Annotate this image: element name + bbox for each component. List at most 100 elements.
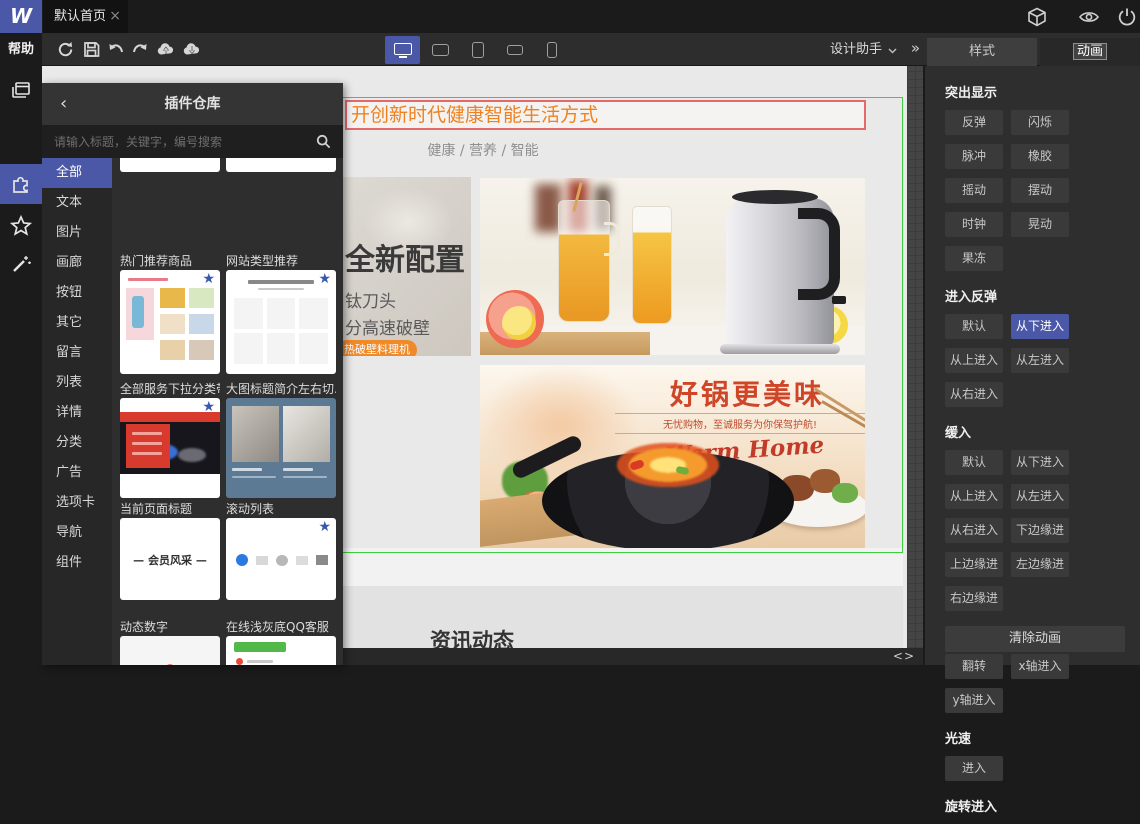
pages-icon[interactable]	[0, 70, 42, 110]
device-desktop-button[interactable]	[385, 36, 420, 64]
hero-promo-button[interactable]: 热破壁料理机	[343, 340, 417, 356]
design-assistant-button[interactable]: 设计助手	[830, 33, 882, 66]
category-item-4[interactable]: 按钮	[42, 278, 112, 308]
device-tablet-portrait-button[interactable]	[460, 36, 495, 64]
category-item-8[interactable]: 详情	[42, 398, 112, 428]
plugin-card-big-image-switch[interactable]	[226, 398, 336, 498]
animation-button-3-1[interactable]: x轴进入	[1011, 654, 1069, 679]
category-item-11[interactable]: 选项卡	[42, 488, 112, 518]
favorites-star-icon[interactable]	[0, 206, 42, 246]
redo-icon[interactable]	[130, 40, 149, 59]
category-item-5[interactable]: 其它	[42, 308, 112, 338]
app-logo[interactable]: W	[0, 0, 42, 33]
components-cube-icon[interactable]	[1026, 6, 1048, 28]
animation-button-0-5[interactable]: 摆动	[1011, 178, 1069, 203]
animation-button-2-7[interactable]: 左边缘进	[1011, 552, 1069, 577]
plugin-card-page-title[interactable]: — 会员风采 —	[120, 518, 220, 600]
animation-button-2-3[interactable]: 从左进入	[1011, 484, 1069, 509]
animation-button-0-6[interactable]: 时钟	[945, 212, 1003, 237]
plugin-card-dynamic-number[interactable]: 0	[120, 636, 220, 665]
animation-button-2-6[interactable]: 上边缘进	[945, 552, 1003, 577]
category-item-2[interactable]: 图片	[42, 218, 112, 248]
animation-button-0-0[interactable]: 反弹	[945, 110, 1003, 135]
plugin-card-services-dropdown[interactable]: ★	[120, 398, 220, 498]
tab-close-icon[interactable]: ×	[109, 0, 121, 33]
plugin-label: 滚动列表	[226, 502, 275, 516]
cloud-download-icon[interactable]	[182, 40, 201, 59]
category-item-1[interactable]: 文本	[42, 188, 112, 218]
canvas-scrollbar[interactable]	[907, 60, 923, 648]
wok-banner-image[interactable]: 好锅更美味 无忧购物，至诚服务为你保驾护航! Warm Home	[480, 365, 865, 548]
animation-button-2-8[interactable]: 右边缘进	[945, 586, 1003, 611]
device-phone-portrait-button[interactable]	[534, 36, 569, 64]
category-item-3[interactable]: 画廊	[42, 248, 112, 278]
animation-button-1-1[interactable]: 从下进入	[1011, 314, 1069, 339]
magic-wand-icon[interactable]	[0, 244, 42, 284]
refresh-icon[interactable]	[56, 40, 75, 59]
help-button[interactable]: 帮助	[0, 33, 42, 66]
power-icon[interactable]	[1116, 6, 1138, 28]
cloud-upload-icon[interactable]	[156, 40, 175, 59]
category-item-9[interactable]: 分类	[42, 428, 112, 458]
save-icon[interactable]	[82, 40, 101, 59]
device-tablet-landscape-button[interactable]	[423, 36, 458, 64]
device-phone-landscape-button[interactable]	[497, 36, 532, 64]
animation-button-1-2[interactable]: 从上进入	[945, 348, 1003, 373]
clear-animation-button[interactable]: 清除动画	[945, 626, 1125, 652]
partial-plugin-card[interactable]	[120, 158, 220, 172]
hero-subtitle[interactable]: 健康 / 营养 / 智能	[418, 140, 548, 160]
animation-button-2-1[interactable]: 从下进入	[1011, 450, 1069, 475]
animation-button-0-4[interactable]: 摇动	[945, 178, 1003, 203]
search-icon[interactable]	[316, 134, 331, 149]
left-sidebar	[0, 66, 42, 665]
code-view-icon[interactable]: <>	[893, 649, 915, 663]
animation-button-2-4[interactable]: 从右进入	[945, 518, 1003, 543]
animation-button-2-5[interactable]: 下边缘进	[1011, 518, 1069, 543]
animation-button-1-0[interactable]: 默认	[945, 314, 1003, 339]
selected-headline-element[interactable]: 开创新时代健康智能生活方式	[345, 100, 866, 130]
plugin-grid: 热门推荐商品 网站类型推荐 ★ ★ 全部服务下拉分类带... 大图标题简介左右切…	[112, 158, 343, 665]
animation-button-2-2[interactable]: 从上进入	[945, 484, 1003, 509]
plugin-card-hot-products[interactable]: ★	[120, 270, 220, 374]
category-item-0[interactable]: 全部	[42, 158, 112, 188]
plugin-card-site-types[interactable]: ★	[226, 270, 336, 374]
hero-photo-image[interactable]	[480, 178, 865, 355]
animation-button-4-0[interactable]: 进入	[945, 756, 1003, 781]
tab-animation[interactable]: 动画	[1040, 38, 1140, 66]
page-title-sample-text: — 会员风采 —	[133, 554, 207, 567]
animation-button-2-0[interactable]: 默认	[945, 450, 1003, 475]
more-panels-button[interactable]: »	[911, 33, 920, 66]
animation-button-1-3[interactable]: 从左进入	[1011, 348, 1069, 373]
animation-button-0-8[interactable]: 果冻	[945, 246, 1003, 271]
tab-style[interactable]: 样式	[927, 38, 1037, 66]
plugin-label: 网站类型推荐	[226, 254, 299, 268]
hero-promo-block[interactable]: 全新配置 钛刀头 分高速破壁 热破壁料理机	[343, 177, 471, 356]
animation-button-3-2[interactable]: y轴进入	[945, 688, 1003, 713]
category-item-13[interactable]: 组件	[42, 548, 112, 578]
plugin-panel-title: 插件仓库	[164, 96, 221, 112]
animation-button-1-4[interactable]: 从右进入	[945, 382, 1003, 407]
banner-fire-food	[608, 439, 728, 491]
animation-button-0-1[interactable]: 闪烁	[1011, 110, 1069, 135]
category-item-7[interactable]: 列表	[42, 368, 112, 398]
preview-eye-icon[interactable]	[1078, 6, 1100, 28]
plugin-card-scroll-list[interactable]: ★	[226, 518, 336, 600]
animation-button-0-3[interactable]: 橡胶	[1011, 144, 1069, 169]
animation-section-title-4: 光速	[945, 732, 972, 747]
plugin-label: 在线浅灰底QQ客服	[226, 620, 329, 634]
animation-button-0-7[interactable]: 晃动	[1011, 212, 1069, 237]
canvas-white-section[interactable]	[343, 548, 903, 586]
animation-button-0-2[interactable]: 脉冲	[945, 144, 1003, 169]
plugin-search-input[interactable]	[42, 125, 302, 158]
page-tab-title: 默认首页	[54, 9, 107, 24]
category-item-10[interactable]: 广告	[42, 458, 112, 488]
plugin-card-qq-service[interactable]	[226, 636, 336, 665]
undo-icon[interactable]	[107, 40, 126, 59]
category-item-6[interactable]: 留言	[42, 338, 112, 368]
plugin-label: 大图标题简介左右切...	[226, 382, 336, 396]
animation-button-3-0[interactable]: 翻转	[945, 654, 1003, 679]
partial-plugin-card[interactable]	[226, 158, 336, 172]
canvas-news-section[interactable]	[343, 586, 903, 648]
plugins-puzzle-icon[interactable]	[0, 164, 42, 204]
category-item-12[interactable]: 导航	[42, 518, 112, 548]
